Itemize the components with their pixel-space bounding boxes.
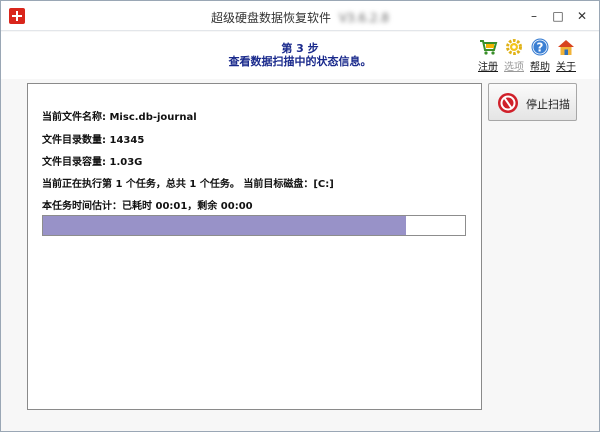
current-file-label: 当前文件名称: xyxy=(42,112,106,123)
options-label: 选项 xyxy=(504,62,524,73)
close-button[interactable]: ✕ xyxy=(570,8,594,24)
help-icon: ? xyxy=(531,38,549,56)
minimize-button[interactable]: – xyxy=(522,8,546,24)
task-line: 当前正在执行第 1 个任务，总共 1 个任务。 当前目标磁盘：[C:] xyxy=(42,179,334,190)
toolbar-help[interactable]: ? 帮助 xyxy=(527,37,553,73)
time-estimate-line: 本任务时间估计：已耗时 00:01，剩余 00:00 xyxy=(42,201,253,212)
about-label: 关于 xyxy=(556,62,576,73)
app-window: 超级硬盘数据恢复软件 V3.6.2.8 – □ ✕ 第 3 步 查看数据扫描中的… xyxy=(0,0,600,432)
home-icon xyxy=(558,40,574,55)
dir-count-label: 文件目录数量: xyxy=(42,135,106,146)
stop-icon xyxy=(498,93,518,113)
stop-scan-label: 停止扫描 xyxy=(526,98,570,111)
dir-size-value: 1.03G xyxy=(109,157,143,168)
toolbar-register[interactable]: 注册 xyxy=(475,37,501,73)
dir-size-line: 文件目录容量: 1.03G xyxy=(42,153,142,168)
dir-count-line: 文件目录数量: 14345 xyxy=(42,131,144,146)
stop-scan-button[interactable]: 停止扫描 xyxy=(488,83,577,121)
toolbar-options[interactable]: 选项 xyxy=(501,37,527,73)
window-title-text: 超级硬盘数据恢复软件 xyxy=(210,11,331,25)
register-label: 注册 xyxy=(478,62,498,73)
toolbar-about[interactable]: 关于 xyxy=(553,37,579,73)
svg-text:?: ? xyxy=(537,41,544,55)
current-file-value: Misc.db-journal xyxy=(109,112,197,123)
dir-size-label: 文件目录容量: xyxy=(42,157,106,168)
gear-icon xyxy=(506,39,522,55)
help-label: 帮助 xyxy=(530,62,550,73)
scan-progress-fill xyxy=(43,216,406,235)
maximize-button[interactable]: □ xyxy=(546,8,570,24)
current-file-line: 当前文件名称: Misc.db-journal xyxy=(42,108,197,123)
cart-icon xyxy=(480,40,498,55)
title-bar[interactable]: 超级硬盘数据恢复软件 V3.6.2.8 – □ ✕ xyxy=(1,1,599,31)
dir-count-value: 14345 xyxy=(109,135,145,146)
window-version: V3.6.2.8 xyxy=(338,11,390,25)
scan-progress-bar xyxy=(42,215,466,236)
window-title: 超级硬盘数据恢复软件 V3.6.2.8 xyxy=(1,9,599,26)
status-panel: 当前文件名称: Misc.db-journal 文件目录数量: 14345 文件… xyxy=(27,83,482,410)
